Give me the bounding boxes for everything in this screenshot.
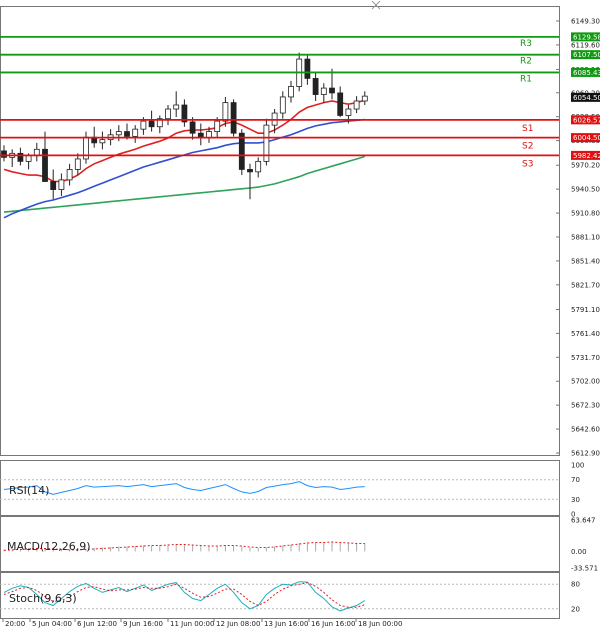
- y-tick-label: 5791.10: [571, 306, 600, 314]
- candle-body: [66, 169, 73, 181]
- level-label-s3: S3: [522, 159, 533, 169]
- level-price-label: 5982.42: [573, 152, 600, 160]
- candle-body: [189, 121, 196, 134]
- y-tick-label: 5970.20: [571, 162, 600, 170]
- candle-body: [140, 120, 147, 130]
- y-tick-label: 5761.40: [571, 330, 600, 338]
- level-price-label: 6026.57: [573, 116, 600, 124]
- candle-body: [329, 87, 335, 94]
- main-y-axis: 6149.306119.606089.106060.206030.506000.…: [556, 18, 600, 458]
- candle-body: [214, 120, 221, 132]
- rsi-panel-frame: [0, 460, 560, 516]
- current-price-label: 6054.50: [573, 94, 600, 102]
- y-tick-label: 5642.60: [571, 426, 600, 434]
- stoch-panel-frame: [0, 572, 560, 619]
- level-price-label: 6085.43: [573, 69, 600, 77]
- y-tick-label: 5731.70: [571, 354, 600, 362]
- candle-body: [230, 102, 237, 134]
- candle: [263, 118, 270, 166]
- candle-body: [148, 120, 155, 128]
- level-label-s1: S1: [522, 124, 533, 134]
- x-tick-label: 5 Jun 04:00: [32, 620, 72, 628]
- level-label-s2: S2: [522, 142, 533, 152]
- chart-canvas: 6149.306119.606089.106060.206030.506000.…: [0, 0, 600, 628]
- stoch-tick-label: 20: [571, 605, 580, 613]
- x-tick-label: 20:00: [5, 620, 25, 628]
- current-price-tag: 6054.50: [571, 92, 600, 102]
- y-tick-label: 5702.00: [571, 378, 600, 386]
- level-label-r2: R2: [520, 57, 532, 67]
- level-label-r1: R1: [520, 74, 532, 84]
- stoch-label: Stoch(9,6,3): [9, 592, 77, 605]
- level-price-label: 6004.50: [573, 134, 600, 142]
- candle-body: [132, 128, 139, 137]
- candle-body: [345, 108, 352, 116]
- candle-body: [99, 139, 106, 144]
- y-tick-label: 5821.70: [571, 281, 600, 289]
- candle-body: [247, 169, 253, 173]
- x-tick-label: 13 Jun 16:00: [264, 620, 308, 628]
- candle-body: [353, 100, 360, 110]
- y-tick-label: 5881.10: [571, 234, 600, 242]
- level-price-label: 6129.58: [573, 33, 600, 41]
- y-tick-label: 6149.30: [571, 18, 600, 26]
- candle-body: [165, 108, 171, 120]
- rsi-tick-label: 30: [571, 496, 580, 504]
- macd-tick-label: 63.647: [571, 517, 596, 525]
- level-label-r3: R3: [520, 39, 532, 49]
- candle-body: [173, 104, 180, 110]
- candle: [238, 129, 245, 176]
- candle-body: [124, 131, 130, 137]
- x-tick-label: 18 Jun 00:00: [358, 620, 402, 628]
- y-tick-label: 6119.60: [571, 41, 600, 49]
- rsi-tick-label: 70: [571, 476, 580, 484]
- candle-body: [74, 158, 81, 170]
- x-tick-label: 11 Jun 00:00: [170, 620, 214, 628]
- candle-body: [222, 102, 229, 122]
- macd-label: MACD(12,26,9): [7, 540, 91, 553]
- x-tick-label: 6 Jun 12:00: [77, 620, 117, 628]
- candle-body: [1, 150, 7, 158]
- macd-tick-label: 0.00: [571, 548, 587, 556]
- candle-body: [238, 132, 245, 170]
- candle-body: [304, 58, 311, 79]
- y-tick-label: 5910.80: [571, 210, 600, 218]
- y-tick-label: 5612.90: [571, 450, 600, 458]
- candle-body: [58, 179, 65, 190]
- x-axis: 20:00 5 Jun 04:00 6 Jun 12:00 9 Jun 16:00 11…: [2, 619, 402, 628]
- candle-body: [320, 87, 327, 95]
- candle-body: [279, 96, 286, 114]
- rsi-label: RSI(14): [9, 484, 49, 497]
- macd-tick-label: -33.571: [571, 565, 598, 573]
- x-tick-label: 9 Jun 16:00: [123, 620, 163, 628]
- candle-body: [255, 160, 262, 173]
- level-price-label: 6107.50: [573, 51, 600, 59]
- candle-body: [25, 155, 32, 162]
- candle-body: [288, 86, 294, 98]
- x-tick-label: 16 Jun 16:00: [311, 620, 355, 628]
- y-tick-label: 5940.50: [571, 186, 600, 194]
- main-panel-frame: [0, 6, 560, 456]
- candle-body: [312, 78, 319, 95]
- y-tick-label: 5851.40: [571, 257, 600, 265]
- x-tick-label: 12 Jun 08:00: [216, 620, 260, 628]
- stoch-tick-label: 80: [571, 581, 580, 589]
- candle-body: [337, 92, 344, 116]
- rsi-tick-label: 100: [571, 462, 584, 470]
- candle-body: [42, 148, 48, 182]
- candle-body: [361, 95, 368, 102]
- candle-body: [50, 181, 57, 190]
- y-tick-label: 5672.30: [571, 402, 600, 410]
- candle-body: [115, 131, 122, 136]
- candle: [230, 99, 237, 137]
